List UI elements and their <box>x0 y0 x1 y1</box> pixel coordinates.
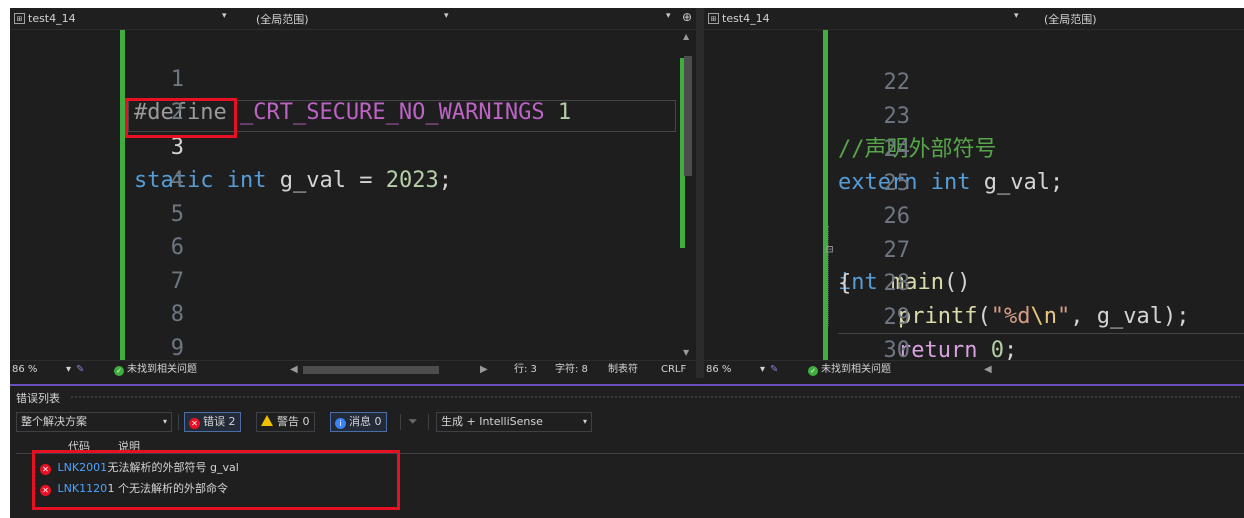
chevron-down-icon[interactable]: ▾ <box>666 11 671 21</box>
chevron-down-icon: ▾ <box>582 417 587 426</box>
chevron-down-icon[interactable]: ▾ <box>222 11 227 21</box>
line-number: 22 <box>883 70 910 95</box>
brush-icon[interactable]: ✎ <box>770 363 778 377</box>
zoom-level[interactable]: 86 % <box>12 363 37 377</box>
line-number: 24 <box>883 137 910 162</box>
code-line: 2 <box>10 63 184 125</box>
right-scope-dropdown[interactable]: (全局范围) <box>1040 10 1240 27</box>
code-line: 25 <box>704 134 910 196</box>
error-icon: ✕ <box>189 418 200 429</box>
scroll-down-icon[interactable]: ▼ <box>683 348 689 357</box>
line-number: 8 <box>170 302 184 327</box>
check-circle-icon: ✓ <box>808 366 818 376</box>
code-line: 5 <box>10 165 184 227</box>
project-file-icon: ⊞ <box>14 13 25 24</box>
line-number: 1 <box>170 67 184 92</box>
horizontal-scrollbar-thumb[interactable] <box>303 366 439 374</box>
code-line: 8 <box>10 265 184 327</box>
filter-icon[interactable]: ⏷ <box>408 414 418 429</box>
brush-icon[interactable]: ✎ <box>76 363 84 377</box>
error-list-title: 错误列表 <box>16 392 60 405</box>
eol-indicator[interactable]: CRLF <box>661 363 686 377</box>
warnings-filter-button[interactable]: 警告 0 <box>256 412 315 432</box>
line-number: 4 <box>170 168 184 193</box>
chevron-down-icon[interactable]: ▾ <box>66 363 71 377</box>
chevron-down-icon: ▾ <box>162 417 167 426</box>
code-line: 28 printf("%d\n", g_val); <box>704 234 1189 329</box>
issues-status[interactable]: ✓ 未找到相关问题 <box>114 363 197 377</box>
line-indicator[interactable]: 行: 3 <box>514 363 537 377</box>
right-code-area[interactable]: 22 23 //声明外部符号 24 extern int g_val; 25 2… <box>704 30 1244 378</box>
left-navigation-bar: ⊞ test4_14 ▾ (全局范围) ▾ ▾ ⊕ <box>10 8 696 30</box>
scroll-left-icon[interactable]: ◀ <box>290 363 298 377</box>
code-line: 3 static int g_val = 2023; <box>10 98 452 193</box>
code-line: 26 ⊟ int main() <box>704 167 970 295</box>
code-line: 9 <box>10 299 184 361</box>
editor-splitter[interactable] <box>696 8 704 378</box>
line-number: 23 <box>883 104 910 129</box>
build-filter-dropdown[interactable]: 生成 + IntelliSense ▾ <box>436 412 592 432</box>
issues-status[interactable]: ✓ 未找到相关问题 <box>808 363 891 377</box>
char-indicator[interactable]: 字符: 8 <box>555 363 588 377</box>
visual-studio-window: ⊞ test4_14 ▾ (全局范围) ▾ ▾ ⊕ 1 #define _CRT… <box>10 8 1244 518</box>
right-file-dropdown[interactable]: ⊞ test4_14 <box>704 10 1024 27</box>
panel-drag-handle[interactable] <box>70 395 1240 399</box>
info-icon: i <box>335 418 346 429</box>
code-line: 1 #define _CRT_SECURE_NO_WARNINGS 1 <box>10 30 571 125</box>
code-line: 27 { <box>704 201 910 296</box>
annotation-box-errors <box>32 450 400 510</box>
split-window-icon[interactable]: ⊕ <box>682 10 692 24</box>
chevron-down-icon[interactable]: ▾ <box>444 11 449 21</box>
left-vertical-scrollbar[interactable]: ▲ ▼ <box>680 30 696 360</box>
check-circle-icon: ✓ <box>114 366 124 376</box>
messages-filter-button[interactable]: i 消息 0 <box>330 412 387 432</box>
error-list-panel: 错误列表 整个解决方案 ▾ ✕ 错误 2 警告 0 i 消息 0 ⏷ 生成 + In… <box>10 384 1244 518</box>
warning-icon <box>261 415 273 426</box>
scope-dropdown[interactable]: 整个解决方案 ▾ <box>16 412 172 432</box>
line-number: 6 <box>170 235 184 260</box>
annotation-box-static <box>125 98 237 138</box>
code-line: 24 extern int g_val; <box>704 100 1063 195</box>
code-line: 29 return 0; <box>704 268 1017 363</box>
left-editor-pane: ⊞ test4_14 ▾ (全局范围) ▾ ▾ ⊕ 1 #define _CRT… <box>10 8 696 378</box>
line-number: 28 <box>883 271 910 296</box>
line-number: 27 <box>883 238 910 263</box>
tabs-indicator[interactable]: 制表符 <box>608 363 638 377</box>
scroll-left-icon[interactable]: ◀ <box>984 363 992 377</box>
code-line: 30 } <box>704 301 910 378</box>
left-scope-dropdown[interactable]: (全局范围) <box>252 10 452 27</box>
code-line: 23 //声明外部符号 <box>704 67 997 162</box>
code-line: 6 <box>10 198 184 260</box>
error-list-toolbar: 整个解决方案 ▾ ✕ 错误 2 警告 0 i 消息 0 ⏷ 生成 + Intelli… <box>16 412 1244 432</box>
line-number: 25 <box>883 171 910 196</box>
left-status-bar: 86 % ▾ ✎ ✓ 未找到相关问题 ◀ ▶ 行: 3 字符: 8 制表符 CRL… <box>10 360 696 378</box>
left-file-dropdown[interactable]: ⊞ test4_14 <box>10 10 242 27</box>
errors-filter-button[interactable]: ✕ 错误 2 <box>184 412 241 432</box>
indent-guide <box>828 226 829 326</box>
line-number: 7 <box>170 269 184 294</box>
line-number: 29 <box>883 305 910 330</box>
left-code-area[interactable]: 1 #define _CRT_SECURE_NO_WARNINGS 1 2 3 … <box>10 30 696 378</box>
scroll-up-icon[interactable]: ▲ <box>683 32 689 41</box>
scroll-right-icon[interactable]: ▶ <box>480 363 488 377</box>
chevron-down-icon[interactable]: ▾ <box>1014 11 1019 21</box>
chevron-down-icon[interactable]: ▾ <box>760 363 765 377</box>
scrollbar-thumb[interactable] <box>684 56 692 176</box>
right-status-bar: 86 % ▾ ✎ ✓ 未找到相关问题 ◀ <box>704 360 1244 378</box>
right-editor-pane: ⊞ test4_14 ▾ (全局范围) 22 23 //声明外部符号 24 ex… <box>704 8 1244 378</box>
line-number: 26 <box>883 204 910 229</box>
zoom-level[interactable]: 86 % <box>706 363 731 377</box>
right-navigation-bar: ⊞ test4_14 ▾ (全局范围) <box>704 8 1244 30</box>
line-number: 5 <box>170 202 184 227</box>
project-file-icon: ⊞ <box>708 13 719 24</box>
code-line: 7 <box>10 232 184 294</box>
code-line: 4 <box>10 131 184 193</box>
